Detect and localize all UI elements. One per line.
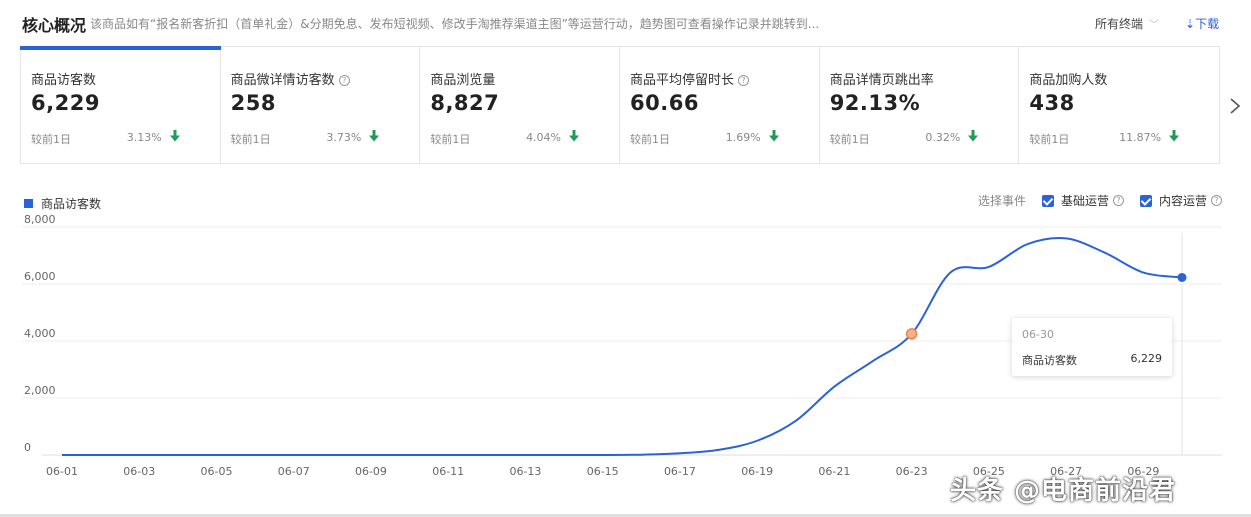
x-tick-label: 06-17 xyxy=(664,465,696,475)
arrow-down-icon xyxy=(768,130,779,142)
watermark: 头条 @电商前沿君 xyxy=(950,476,1177,506)
chevron-down-icon: ﹀ xyxy=(1149,20,1160,31)
event-marker[interactable] xyxy=(905,328,918,340)
help-icon[interactable]: ? xyxy=(738,75,750,86)
y-tick-label: 2,000 xyxy=(24,384,56,397)
metric-card[interactable]: 商品微详情访客数? 258 较前1日 3.73% xyxy=(221,47,421,163)
page-title: 核心概况 xyxy=(22,16,87,35)
metric-card[interactable]: 商品浏览量 8,827 较前1日 4.04% xyxy=(420,47,621,163)
event-option-label: 基础运营 xyxy=(1061,194,1110,208)
metric-cards: 商品访客数 6,229 较前1日 3.13% 商品微详情访客数? 258 较前1日 3.73%… xyxy=(20,46,1220,164)
metric-change: 4.04% xyxy=(526,131,562,144)
event-checkbox-content[interactable]: 内容运营 ? xyxy=(1140,192,1223,209)
download-icon: ⇣ xyxy=(1185,17,1196,31)
header-description: 该商品如有“报名新客折扣（首单礼金）&分期免息、发布短视频、修改手淘推荐渠道主图… xyxy=(90,17,820,31)
help-icon[interactable]: ? xyxy=(1211,195,1223,206)
terminal-select[interactable]: 所有终端 ﹀ xyxy=(1095,15,1159,32)
help-icon[interactable]: ? xyxy=(338,75,350,86)
metric-label: 商品浏览量 xyxy=(430,73,496,88)
arrow-down-icon xyxy=(169,130,180,142)
x-tick-label: 06-11 xyxy=(432,465,464,475)
data-point[interactable] xyxy=(1177,272,1187,282)
event-selector-label: 选择事件 xyxy=(978,194,1027,208)
x-tick-label: 06-19 xyxy=(741,465,773,475)
metric-card[interactable]: 商品访客数 6,229 较前1日 3.13% xyxy=(20,46,221,163)
y-tick-label: 4,000 xyxy=(24,327,56,340)
event-option-label: 内容运营 xyxy=(1159,194,1208,208)
metric-compare-label: 较前1日 xyxy=(829,133,870,146)
metric-card[interactable]: 商品详情页跳出率 92.13% 较前1日 0.32% xyxy=(820,47,1020,163)
tooltip-date: 06-30 xyxy=(1022,328,1054,341)
x-tick-label: 06-15 xyxy=(587,465,619,475)
metric-value: 438 xyxy=(1029,91,1075,115)
x-tick-label: 06-05 xyxy=(200,465,232,475)
metric-change: 3.73% xyxy=(326,131,362,144)
metric-compare-label: 较前1日 xyxy=(31,133,71,146)
arrow-down-icon xyxy=(968,130,979,142)
metric-change: 0.32% xyxy=(925,131,961,144)
x-tick-label: 06-03 xyxy=(123,465,155,475)
x-tick-label: 06-07 xyxy=(278,465,310,475)
metric-label: 商品微详情访客数? xyxy=(231,69,350,88)
checkbox-checked-icon[interactable] xyxy=(1140,194,1153,207)
checkbox-checked-icon[interactable] xyxy=(1042,194,1055,207)
chevron-right-icon[interactable] xyxy=(1228,96,1242,116)
metric-card[interactable]: 商品加购人数 438 较前1日 11.87% xyxy=(1019,47,1219,163)
metric-change: 1.69% xyxy=(725,131,761,144)
y-tick-label: 8,000 xyxy=(24,215,56,226)
arrow-down-icon xyxy=(369,130,380,142)
metric-compare-label: 较前1日 xyxy=(1029,133,1070,146)
metric-change: 3.13% xyxy=(126,131,162,144)
y-tick-label: 0 xyxy=(24,441,31,454)
tooltip-series-name: 商品访客数 xyxy=(1022,354,1077,367)
tooltip-value: 6,229 xyxy=(1130,352,1163,365)
metric-value: 8,827 xyxy=(430,91,500,115)
metric-compare-label: 较前1日 xyxy=(430,133,471,146)
metric-compare-label: 较前1日 xyxy=(230,133,271,146)
metric-value: 60.66 xyxy=(630,91,699,115)
metric-card[interactable]: 商品平均停留时长? 60.66 较前1日 1.69% xyxy=(620,47,820,163)
y-tick-label: 6,000 xyxy=(24,270,56,283)
metric-label: 商品访客数 xyxy=(31,73,97,88)
metric-change: 11.87% xyxy=(1119,131,1162,144)
metric-value: 258 xyxy=(230,91,277,115)
chart-legend[interactable]: 商品访客数 xyxy=(24,195,101,212)
metric-value: 6,229 xyxy=(31,91,100,115)
legend-swatch xyxy=(24,199,33,208)
event-selector: 选择事件 基础运营 ? 内容运营 ? xyxy=(978,192,1223,209)
metric-compare-label: 较前1日 xyxy=(630,133,671,146)
arrow-down-icon xyxy=(1169,130,1180,142)
help-icon[interactable]: ? xyxy=(1113,195,1125,206)
download-label: 下载 xyxy=(1195,17,1220,31)
metric-label: 商品详情页跳出率 xyxy=(829,73,934,88)
chart-tooltip: 06-30 商品访客数 6,229 xyxy=(1012,318,1172,376)
x-tick-label: 06-21 xyxy=(818,465,850,475)
x-tick-label: 06-01 xyxy=(46,465,78,475)
x-tick-label: 06-23 xyxy=(896,465,928,475)
arrow-down-icon xyxy=(569,130,580,142)
legend-label: 商品访客数 xyxy=(41,197,102,211)
terminal-select-label: 所有终端 xyxy=(1095,17,1144,31)
metric-value: 92.13% xyxy=(829,91,921,115)
x-tick-label: 06-09 xyxy=(355,465,387,475)
metric-label: 商品平均停留时长? xyxy=(630,69,750,88)
header: 核心概况 该商品如有“报名新客折扣（首单礼金）&分期免息、发布短视频、修改手淘推… xyxy=(0,0,1251,44)
x-tick-label: 06-13 xyxy=(509,465,541,475)
event-checkbox-basic[interactable]: 基础运营 ? xyxy=(1042,192,1125,209)
metric-label: 商品加购人数 xyxy=(1029,73,1108,88)
download-button[interactable]: ⇣下载 xyxy=(1185,15,1219,32)
